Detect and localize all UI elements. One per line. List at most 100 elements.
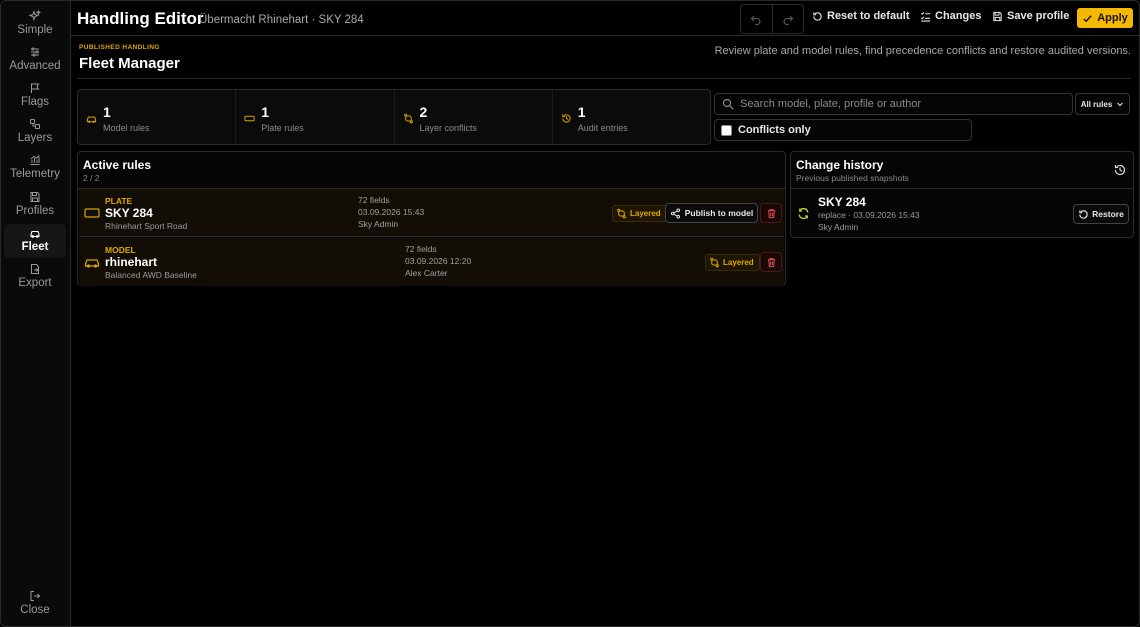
sidebar-item-advanced[interactable]: Advanced: [4, 43, 66, 77]
rule-date: 03.09.2026 12:20: [405, 256, 472, 266]
stat-label: Layer conflicts: [419, 123, 478, 133]
publish-label: Publish to model: [684, 208, 754, 218]
save-profile-button[interactable]: Save profile: [992, 10, 1069, 22]
save-icon: [993, 11, 1002, 21]
page-title: Fleet Manager: [79, 55, 180, 72]
rule-profile: Rhinehart Sport Road: [105, 221, 188, 231]
sidebar-item-export[interactable]: Export: [4, 260, 66, 294]
search-input[interactable]: [740, 98, 1060, 110]
undo-button[interactable]: [741, 5, 773, 33]
sidebar-item-profiles[interactable]: Profiles: [4, 188, 66, 222]
conflicts-only-checkbox[interactable]: [721, 124, 732, 136]
rule-kind: MODEL: [105, 245, 136, 255]
changes-list-icon: [920, 11, 931, 22]
export-icon: [31, 264, 39, 274]
rule-date: 03.09.2026 15:43: [358, 207, 425, 217]
handling-editor-window: Simple Advanced Flags Layers Telemetry P…: [0, 0, 1140, 627]
publish-to-model-button[interactable]: Publish to model: [665, 203, 758, 223]
car-icon: [84, 259, 100, 268]
apply-label: Apply: [1097, 12, 1128, 24]
sidebar-item-telemetry[interactable]: Telemetry: [4, 151, 66, 185]
rule-row[interactable]: MODEL rhinehart Balanced AWD Baseline 72…: [79, 238, 784, 286]
history-author: Sky Admin: [818, 222, 859, 232]
redo-button[interactable]: [773, 5, 804, 33]
undo-redo-group: [740, 4, 804, 34]
badge-label: Layered: [723, 258, 754, 267]
check-icon: [1083, 14, 1092, 22]
rules-count: 2 / 2: [83, 173, 100, 183]
sidebar-item-layers[interactable]: Layers: [4, 115, 66, 149]
share-icon: [670, 208, 680, 218]
app-title: Handling Editor: [77, 9, 204, 28]
rule-author: Sky Admin: [358, 219, 399, 229]
trash-icon: [767, 257, 775, 267]
save-icon: [30, 192, 40, 202]
history-name: SKY 284: [818, 195, 866, 209]
delete-rule-button[interactable]: [760, 203, 782, 223]
rule-kind: PLATE: [105, 196, 133, 206]
undo-icon: [750, 15, 761, 25]
panel-title: Active rules: [83, 158, 152, 172]
page-description: Review plate and model rules, find prece…: [714, 45, 1131, 57]
stats-bar: 1 Model rules 1 Plate rules 2 Layer conf…: [77, 89, 711, 145]
trash-icon: [767, 208, 775, 218]
redo-icon: [783, 15, 794, 25]
conflicts-only-toggle[interactable]: Conflicts only: [714, 119, 972, 141]
sparkles-icon: [29, 10, 41, 22]
panel-title: Change history: [796, 158, 884, 172]
conflict-icon: [617, 208, 626, 219]
panel-subtitle: Previous published snapshots: [796, 173, 909, 183]
section-eyebrow: PUBLISHED HANDLING: [79, 44, 160, 51]
restore-button[interactable]: Restore: [1073, 204, 1129, 224]
flag-icon: [31, 83, 40, 93]
chevron-down-icon: [1117, 102, 1124, 107]
layered-badge: Layered: [705, 254, 760, 271]
header: Handling Editor Übermacht Rhinehart · SK…: [71, 1, 1139, 36]
reset-to-default-button[interactable]: Reset to default: [812, 10, 910, 22]
stat-plate-rules: 1 Plate rules: [236, 90, 395, 144]
conflicts-only-label: Conflicts only: [738, 124, 811, 136]
sidebar-item-label: Simple: [17, 24, 53, 36]
sidebar-item-fleet[interactable]: Fleet: [4, 224, 66, 258]
sidebar-item-label: Layers: [17, 132, 53, 144]
restore-icon: [1079, 209, 1088, 219]
sidebar-item-label: Telemetry: [10, 168, 60, 180]
stat-label: Audit entries: [577, 123, 628, 133]
rule-row[interactable]: PLATE SKY 284 Rhinehart Sport Road 72 fi…: [79, 189, 784, 237]
stat-value: 1: [577, 104, 586, 120]
sidebar-item-flags[interactable]: Flags: [4, 79, 66, 113]
rule-name: SKY 284: [105, 206, 153, 220]
change-history-panel: Change history Previous published snapsh…: [790, 151, 1134, 238]
close-label: Close: [20, 604, 50, 616]
rule-profile: Balanced AWD Baseline: [105, 270, 197, 280]
stat-value: 1: [103, 104, 111, 120]
rules-filter-select[interactable]: All rules: [1075, 93, 1130, 115]
car-icon: [30, 230, 40, 238]
conflict-icon: [403, 113, 413, 124]
rule-fields: 72 fields: [405, 244, 437, 254]
rule-author: Alex Carter: [405, 268, 448, 278]
reset-label: Reset to default: [827, 10, 910, 22]
changes-button[interactable]: Changes: [920, 10, 981, 22]
sidebar-item-label: Advanced: [9, 60, 61, 72]
sidebar-item-simple[interactable]: Simple: [4, 7, 66, 41]
rule-fields: 72 fields: [358, 195, 390, 205]
sidebar-item-label: Flags: [20, 96, 50, 108]
plate-icon: [244, 115, 255, 122]
close-button[interactable]: Close: [4, 587, 66, 621]
sliders-icon: [31, 47, 39, 57]
active-rules-panel: Active rules 2 / 2 PLATE SKY 284 Rhineha…: [77, 151, 786, 286]
changes-label: Changes: [935, 10, 982, 22]
search-icon: [722, 98, 734, 110]
rule-meta: 72 fields 03.09.2026 15:43 Sky Admin: [358, 194, 424, 230]
history-detail: replace · 03.09.2026 15:43: [818, 210, 920, 220]
apply-button[interactable]: Apply: [1077, 8, 1133, 28]
stat-model-rules: 1 Model rules: [78, 90, 237, 144]
stat-audit-entries: 1 Audit entries: [553, 90, 710, 144]
history-icon: [1114, 164, 1126, 176]
history-icon: [562, 114, 571, 123]
filter-value: All rules: [1080, 99, 1113, 109]
stat-layer-conflicts: 2 Layer conflicts: [395, 90, 553, 144]
delete-rule-button[interactable]: [760, 252, 782, 272]
stat-value: 2: [419, 104, 428, 120]
